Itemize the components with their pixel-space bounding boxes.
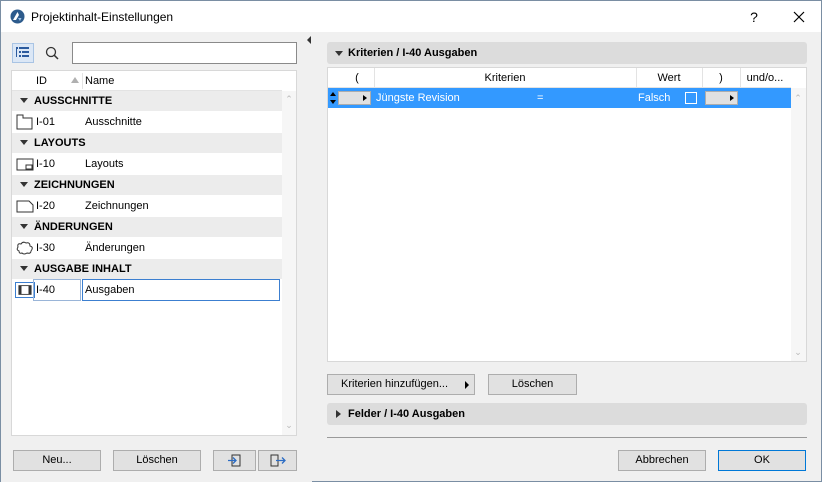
group-label: ZEICHNUNGEN (34, 179, 115, 191)
drag-handle-icon[interactable] (330, 92, 336, 104)
scroll-down-icon[interactable]: ⌄ (794, 348, 802, 357)
scroll-up-icon[interactable]: ⌃ (794, 94, 802, 103)
collapse-arrow-icon[interactable] (20, 182, 28, 187)
export-button[interactable] (258, 450, 297, 471)
dialog-window: Projektinhalt-Einstellungen ? ID Name AU… (0, 0, 822, 482)
item-name: Ausgaben (85, 284, 135, 296)
tree-row-zeichnungen[interactable]: I-20 Zeichnungen (12, 195, 282, 217)
content-tree: ID Name AUSSCHNITTE I-01 Ausschnitte LAY… (11, 70, 297, 436)
scroll-down-icon[interactable]: ⌄ (285, 421, 293, 430)
scroll-up-icon[interactable]: ⌃ (285, 95, 293, 104)
group-label: ÄNDERUNGEN (34, 221, 113, 233)
collapse-arrow-icon[interactable] (20, 98, 28, 103)
column-name-header[interactable]: Name (85, 75, 114, 87)
panel-splitter[interactable] (306, 32, 312, 482)
column-id-header[interactable]: ID (36, 75, 47, 87)
group-label: AUSSCHNITTE (34, 95, 113, 107)
criteria-scrollbar[interactable]: ⌃ ⌄ (791, 88, 806, 361)
item-id: I-30 (36, 242, 55, 254)
criteria-section-header[interactable]: Kriterien / I-40 Ausgaben (327, 42, 807, 64)
collapse-arrow-icon[interactable] (20, 224, 28, 229)
drawing-icon (16, 200, 34, 213)
item-id: I-40 (36, 284, 55, 296)
value-checkbox[interactable] (685, 92, 697, 104)
item-name: Layouts (85, 158, 124, 170)
submenu-arrow-icon (465, 381, 469, 389)
criteria-table: ( Kriterien Wert ) und/o... Jüngste Revi… (327, 67, 807, 362)
delete-item-button[interactable]: Löschen (113, 450, 201, 471)
sort-ascending-icon (71, 77, 79, 83)
column-close-paren: ) (719, 72, 723, 84)
column-open-paren: ( (355, 72, 359, 84)
add-criteria-button[interactable]: Kriterien hinzufügen... (327, 374, 475, 395)
left-panel: ID Name AUSSCHNITTE I-01 Ausschnitte LAY… (1, 32, 306, 482)
collapse-left-icon[interactable] (307, 36, 311, 44)
column-criteria: Kriterien (484, 72, 526, 84)
help-button[interactable]: ? (739, 6, 769, 28)
group-zeichnungen[interactable]: ZEICHNUNGEN (12, 175, 282, 195)
column-separator (82, 73, 83, 89)
import-icon (227, 454, 240, 467)
tree-row-aenderungen[interactable]: I-30 Änderungen (12, 237, 282, 259)
expand-arrow-icon[interactable] (335, 51, 343, 56)
archicad-app-icon (10, 9, 25, 24)
window-title: Projektinhalt-Einstellungen (31, 10, 174, 24)
title-bar: Projektinhalt-Einstellungen ? (1, 1, 821, 32)
section-title: Kriterien / I-40 Ausgaben (348, 47, 478, 59)
item-name: Ausschnitte (85, 116, 142, 128)
item-name: Zeichnungen (85, 200, 149, 212)
column-logic: und/o... (746, 72, 784, 84)
criteria-row[interactable]: Jüngste Revision = Falsch (328, 88, 791, 108)
ok-button[interactable]: OK (718, 450, 806, 471)
search-toggle[interactable] (41, 43, 63, 63)
item-id: I-20 (36, 200, 55, 212)
item-id: I-01 (36, 116, 55, 128)
list-view-icon (16, 47, 29, 57)
import-button[interactable] (213, 450, 256, 471)
column-value: Wert (657, 72, 681, 84)
operator-label[interactable]: = (537, 92, 543, 104)
layout-icon (16, 158, 34, 171)
view-icon (16, 114, 33, 130)
footer-divider (327, 437, 807, 438)
collapse-arrow-icon[interactable] (20, 266, 28, 271)
list-view-toggle[interactable] (12, 43, 34, 63)
tree-header: ID Name (12, 71, 282, 91)
group-label: LAYOUTS (34, 137, 86, 149)
close-icon[interactable] (784, 6, 814, 28)
export-icon (270, 454, 286, 467)
collapse-arrow-icon[interactable] (20, 140, 28, 145)
close-paren-dropdown[interactable] (705, 91, 738, 105)
open-paren-dropdown[interactable] (338, 91, 371, 105)
item-name: Änderungen (85, 242, 145, 254)
section-title: Felder / I-40 Ausgaben (348, 408, 465, 420)
delete-criteria-button[interactable]: Löschen (488, 374, 577, 395)
search-icon (45, 46, 59, 60)
criteria-table-header: ( Kriterien Wert ) und/o... (328, 68, 791, 88)
tree-row-ausschnitte[interactable]: I-01 Ausschnitte (12, 111, 282, 133)
item-id: I-10 (36, 158, 55, 170)
tree-scrollbar[interactable]: ⌃ ⌄ (282, 91, 296, 435)
new-button[interactable]: Neu... (13, 450, 101, 471)
search-input[interactable] (72, 42, 297, 64)
group-aenderungen[interactable]: ÄNDERUNGEN (12, 217, 282, 237)
change-cloud-icon (16, 241, 33, 255)
expand-arrow-icon[interactable] (336, 410, 341, 418)
value-label[interactable]: Falsch (638, 92, 670, 104)
group-layouts[interactable]: LAYOUTS (12, 133, 282, 153)
group-ausgabe-inhalt[interactable]: AUSGABE INHALT (12, 259, 282, 279)
cancel-button[interactable]: Abbrechen (618, 450, 706, 471)
issue-icon (15, 282, 35, 298)
tree-row-ausgaben[interactable]: I-40 Ausgaben (12, 279, 282, 301)
criterion-label[interactable]: Jüngste Revision (376, 92, 460, 104)
fields-section-header[interactable]: Felder / I-40 Ausgaben (327, 403, 807, 425)
add-criteria-label: Kriterien hinzufügen... (341, 378, 449, 390)
tree-row-layouts[interactable]: I-10 Layouts (12, 153, 282, 175)
group-ausschnitte[interactable]: AUSSCHNITTE (12, 91, 282, 111)
group-label: AUSGABE INHALT (34, 263, 132, 275)
